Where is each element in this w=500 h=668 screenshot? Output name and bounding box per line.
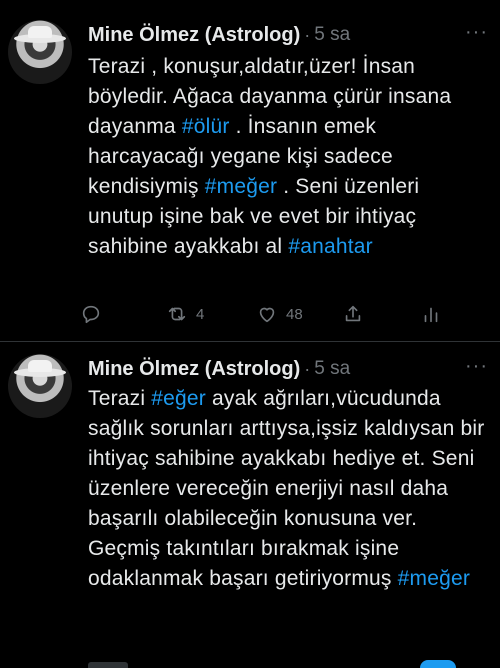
hashtag-link[interactable]: #eğer: [151, 387, 206, 410]
tweet[interactable]: Mine Ölmez (Astrolog) · 5 sa ··· Terazi …: [0, 342, 500, 668]
compose-button[interactable]: [420, 660, 456, 668]
tweet-actions: 4 48: [80, 300, 460, 328]
tweet-text-segment: ayak ağrıları,vücudunda sağlık sorunları…: [88, 387, 485, 590]
tweet-text-segment: Terazi: [88, 387, 152, 410]
stats-icon: [424, 307, 438, 323]
avatar[interactable]: [8, 354, 72, 418]
tweet[interactable]: Mine Ölmez (Astrolog) · 5 sa ··· Terazi …: [0, 0, 500, 342]
action-bar-edge: [88, 662, 128, 668]
like-count: 48: [286, 305, 303, 323]
stats-button[interactable]: [420, 303, 442, 325]
timestamp[interactable]: 5 sa: [314, 24, 350, 46]
hashtag-link[interactable]: #meğer: [205, 175, 277, 198]
like-button[interactable]: 48: [256, 303, 303, 325]
author-name[interactable]: Mine Ölmez (Astrolog): [88, 358, 300, 381]
reply-icon: [82, 305, 100, 324]
retweet-button[interactable]: 4: [166, 303, 204, 325]
hashtag-link[interactable]: #ölür: [182, 115, 230, 138]
avatar[interactable]: [8, 20, 72, 84]
tweet-header: Mine Ölmez (Astrolog) · 5 sa ···: [88, 20, 492, 50]
retweet-count: 4: [196, 305, 205, 323]
timestamp[interactable]: 5 sa: [314, 358, 350, 380]
tweet-text: Terazi , konuşur,aldatır,üzer! İnsan böy…: [88, 52, 486, 262]
more-options-icon[interactable]: ···: [465, 354, 488, 378]
tweet-text: Terazi #eğer ayak ağrıları,vücudunda sağ…: [88, 384, 486, 594]
retweet-icon: [168, 307, 186, 321]
more-options-icon[interactable]: ···: [465, 20, 488, 44]
share-icon: [345, 305, 361, 322]
hashtag-link[interactable]: #meğer: [398, 567, 470, 590]
heart-icon: [259, 307, 275, 323]
tweet-header: Mine Ölmez (Astrolog) · 5 sa ···: [88, 354, 492, 384]
hashtag-link[interactable]: #anahtar: [288, 235, 373, 258]
separator-dot: ·: [304, 358, 311, 379]
reply-button[interactable]: [80, 303, 102, 325]
author-name[interactable]: Mine Ölmez (Astrolog): [88, 24, 300, 47]
share-button[interactable]: [342, 303, 364, 325]
separator-dot: ·: [304, 24, 311, 45]
